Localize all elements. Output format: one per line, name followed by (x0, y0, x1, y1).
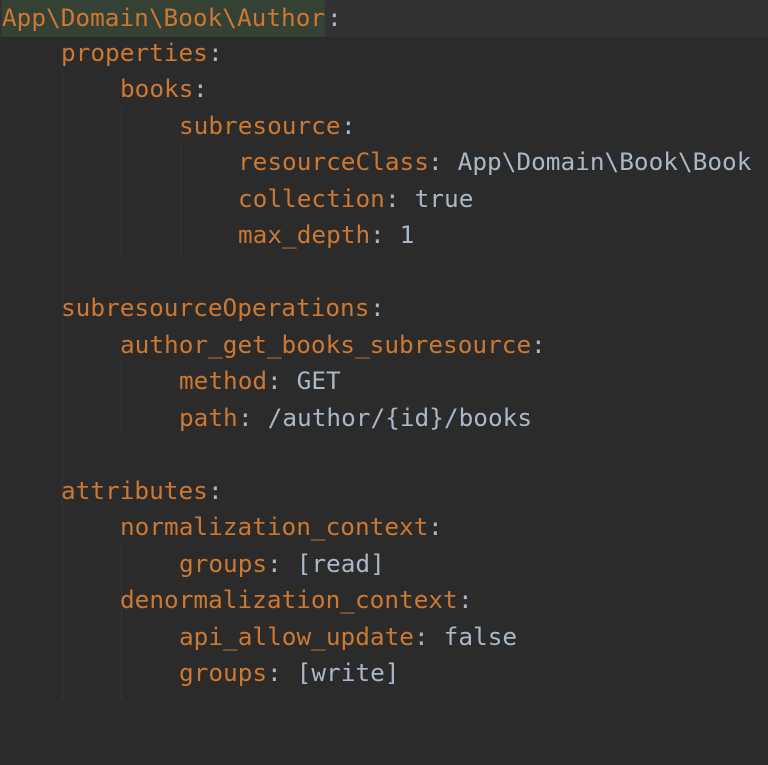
yaml-value: false (429, 622, 518, 651)
yaml-colon: : (341, 111, 356, 140)
yaml-key: groups (179, 658, 268, 687)
yaml-key: resourceClass (238, 147, 429, 176)
code-line[interactable]: normalization_context: (0, 509, 768, 546)
yaml-colon: : (327, 3, 342, 32)
yaml-key: normalization_context (120, 512, 429, 541)
code-line[interactable]: App\Domain\Book\Author: (0, 0, 768, 37)
code-line[interactable]: subresource: (0, 108, 768, 145)
code-line[interactable]: attributes: (0, 473, 768, 510)
yaml-value: true (400, 184, 474, 213)
code-line[interactable]: path: /author/{id}/books (0, 400, 768, 437)
yaml-colon: : (267, 366, 282, 395)
code-line[interactable]: collection: true (0, 181, 768, 218)
yaml-key: App\Domain\Book\Author (2, 0, 326, 37)
yaml-colon: : (267, 658, 282, 687)
yaml-colon: : (193, 74, 208, 103)
yaml-value: [write] (282, 658, 400, 687)
yaml-colon: : (208, 38, 223, 67)
code-line[interactable]: groups: [read] (0, 546, 768, 583)
yaml-key: author_get_books_subresource (120, 330, 532, 359)
yaml-colon: : (414, 622, 429, 651)
code-line[interactable]: properties: (0, 35, 768, 72)
code-line[interactable]: groups: [write] (0, 655, 768, 692)
yaml-key: collection (238, 184, 385, 213)
code-line[interactable]: subresourceOperations: (0, 290, 768, 327)
code-line[interactable]: max_depth: 1 (0, 217, 768, 254)
yaml-colon: : (531, 330, 546, 359)
yaml-value: App\Domain\Book\Book (443, 147, 752, 176)
yaml-key: books (120, 74, 194, 103)
code-line[interactable]: denormalization_context: (0, 582, 768, 619)
yaml-key: subresource (179, 111, 341, 140)
yaml-colon: : (238, 403, 253, 432)
yaml-key: max_depth (238, 220, 371, 249)
yaml-value: /author/{id}/books (253, 403, 533, 432)
yaml-value: [read] (282, 549, 385, 578)
yaml-colon: : (370, 293, 385, 322)
yaml-colon: : (208, 476, 223, 505)
yaml-editor[interactable]: App\Domain\Book\Author: properties: book… (0, 0, 768, 699)
yaml-key: subresourceOperations (61, 293, 370, 322)
yaml-value: GET (282, 366, 341, 395)
code-line[interactable]: method: GET (0, 363, 768, 400)
code-line[interactable] (0, 254, 768, 291)
yaml-colon: : (458, 585, 473, 614)
yaml-key: api_allow_update (179, 622, 414, 651)
yaml-colon: : (428, 512, 443, 541)
code-line[interactable] (0, 436, 768, 473)
yaml-key: method (179, 366, 268, 395)
yaml-key: groups (179, 549, 268, 578)
code-line[interactable]: books: (0, 71, 768, 108)
yaml-value: 1 (385, 220, 415, 249)
yaml-key: attributes (61, 476, 208, 505)
yaml-key: path (179, 403, 238, 432)
yaml-colon: : (267, 549, 282, 578)
yaml-colon: : (428, 147, 443, 176)
yaml-key: denormalization_context (120, 585, 458, 614)
yaml-colon: : (385, 184, 400, 213)
code-line[interactable]: resourceClass: App\Domain\Book\Book (0, 144, 768, 181)
code-line[interactable]: author_get_books_subresource: (0, 327, 768, 364)
yaml-colon: : (370, 220, 385, 249)
yaml-key: properties (61, 38, 208, 67)
code-line[interactable]: api_allow_update: false (0, 619, 768, 656)
